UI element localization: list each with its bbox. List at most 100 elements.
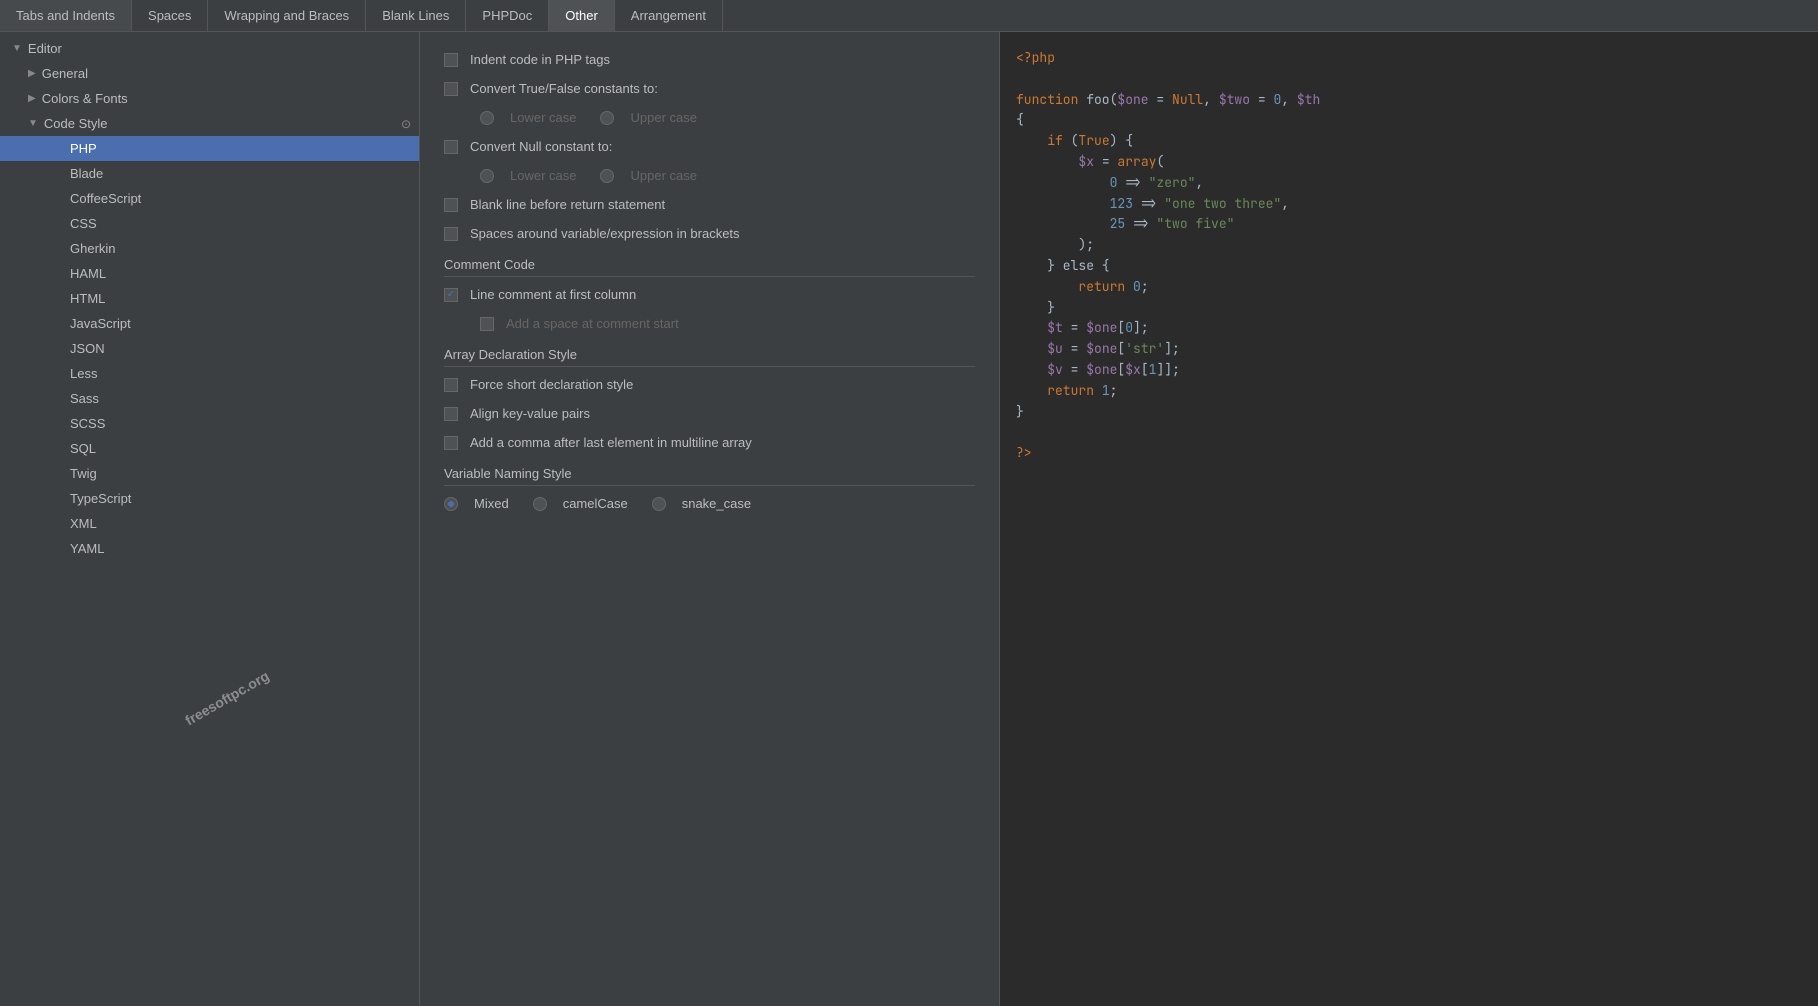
- sidebar-item-less[interactable]: Less: [0, 361, 419, 386]
- sidebar-item-label: Blade: [70, 166, 103, 181]
- true-false-lower-radio[interactable]: [480, 111, 494, 125]
- add-space-comment-checkbox[interactable]: [480, 317, 494, 331]
- sidebar-item-coffeescript[interactable]: CoffeeScript: [0, 186, 419, 211]
- code-line: [1016, 422, 1802, 443]
- true-false-radio-group: Lower case Upper case: [444, 110, 975, 125]
- blank-line-return-checkbox[interactable]: [444, 198, 458, 212]
- sidebar-item-label: JavaScript: [70, 316, 131, 331]
- true-false-lower-label: Lower case: [510, 110, 576, 125]
- tab-spaces[interactable]: Spaces: [132, 0, 208, 31]
- copy-icon[interactable]: ⊙: [401, 117, 411, 131]
- editor-label: Editor: [28, 41, 62, 56]
- naming-snake-label: snake_case: [682, 496, 751, 511]
- setting-row-add-space-comment: Add a space at comment start: [444, 316, 975, 331]
- naming-snake-radio[interactable]: [652, 497, 666, 511]
- null-upper-label: Upper case: [630, 168, 696, 183]
- setting-row-line-comment-first: ✓ Line comment at first column: [444, 287, 975, 302]
- sidebar-item-php[interactable]: PHP: [0, 136, 419, 161]
- sidebar-arrow-icon: ▼: [28, 118, 38, 129]
- code-line: function foo($one = Null, $two = 0, $th: [1016, 90, 1802, 111]
- indent-php-tags-checkbox[interactable]: [444, 53, 458, 67]
- setting-row-blank-line-return: Blank line before return statement: [444, 197, 975, 212]
- setting-row-convert-true-false: Convert True/False constants to:: [444, 81, 975, 96]
- code-line: }: [1016, 402, 1802, 423]
- sidebar-arrow-icon: ▶: [28, 68, 36, 79]
- naming-camel-option[interactable]: camelCase: [533, 496, 628, 511]
- sidebar-item-css[interactable]: CSS: [0, 211, 419, 236]
- sidebar: ▼Editor▶General▶Colors & Fonts ▼ Code Styl…: [0, 32, 420, 1006]
- tab-phpdoc[interactable]: PHPDoc: [466, 0, 549, 31]
- code-line: 25 => "two five": [1016, 214, 1802, 235]
- sidebar-arrow-icon: ▶: [28, 93, 36, 104]
- sidebar-item-label: Sass: [70, 391, 99, 406]
- tab-other[interactable]: Other: [549, 0, 615, 31]
- convert-null-label: Convert Null constant to:: [470, 139, 612, 154]
- tab-wrapping-and-braces[interactable]: Wrapping and Braces: [208, 0, 366, 31]
- tab-blank-lines[interactable]: Blank Lines: [366, 0, 466, 31]
- sidebar-item-label: JSON: [70, 341, 105, 356]
- sidebar-item-label: XML: [70, 516, 97, 531]
- sidebar-item-yaml[interactable]: YAML: [0, 536, 419, 561]
- line-comment-first-checkbox[interactable]: ✓: [444, 288, 458, 302]
- setting-row-spaces-brackets: Spaces around variable/expression in bra…: [444, 226, 975, 241]
- spaces-brackets-checkbox[interactable]: [444, 227, 458, 241]
- sidebar-item-html[interactable]: HTML: [0, 286, 419, 311]
- align-key-value-label: Align key-value pairs: [470, 406, 590, 421]
- force-short-decl-checkbox[interactable]: [444, 378, 458, 392]
- naming-camel-radio[interactable]: [533, 497, 547, 511]
- code-line: $x = array(: [1016, 152, 1802, 173]
- settings-panel: Indent code in PHP tagsConvert True/Fals…: [420, 32, 1000, 1006]
- naming-mixed-option[interactable]: Mixed: [444, 496, 509, 511]
- sidebar-item-colors-&-fonts[interactable]: ▶Colors & Fonts: [0, 86, 419, 111]
- setting-row-force-short-decl: Force short declaration style: [444, 377, 975, 392]
- true-false-upper-option[interactable]: Upper case: [600, 110, 696, 125]
- null-lower-radio[interactable]: [480, 169, 494, 183]
- sidebar-item-blade[interactable]: Blade: [0, 161, 419, 186]
- sidebar-editor-header[interactable]: ▼Editor: [0, 36, 419, 61]
- sidebar-item-general[interactable]: ▶General: [0, 61, 419, 86]
- code-line: }: [1016, 298, 1802, 319]
- code-line: if (True) {: [1016, 131, 1802, 152]
- line-comment-first-label: Line comment at first column: [470, 287, 636, 302]
- code-line: <?php: [1016, 48, 1802, 69]
- tab-arrangement[interactable]: Arrangement: [615, 0, 723, 31]
- null-upper-radio[interactable]: [600, 169, 614, 183]
- sidebar-item-scss[interactable]: SCSS: [0, 411, 419, 436]
- code-line: return 1;: [1016, 381, 1802, 402]
- sidebar-item-xml[interactable]: XML: [0, 511, 419, 536]
- naming-snake-option[interactable]: snake_case: [652, 496, 751, 511]
- tab-tabs-and-indents[interactable]: Tabs and Indents: [0, 0, 132, 31]
- true-false-upper-label: Upper case: [630, 110, 696, 125]
- code-line: {: [1016, 110, 1802, 131]
- sidebar-item-label: CSS: [70, 216, 97, 231]
- convert-true-false-checkbox[interactable]: [444, 82, 458, 96]
- sidebar-item-label: SCSS: [70, 416, 105, 431]
- sidebar-item-code-style[interactable]: ▼ Code Style ⊙: [0, 111, 419, 136]
- sidebar-item-sass[interactable]: Sass: [0, 386, 419, 411]
- setting-row-add-comma-last: Add a comma after last element in multil…: [444, 435, 975, 450]
- sidebar-item-javascript[interactable]: JavaScript: [0, 311, 419, 336]
- sidebar-item-typescript[interactable]: TypeScript: [0, 486, 419, 511]
- naming-mixed-radio[interactable]: [444, 497, 458, 511]
- add-comma-last-label: Add a comma after last element in multil…: [470, 435, 752, 450]
- true-false-upper-radio[interactable]: [600, 111, 614, 125]
- null-lower-option[interactable]: Lower case: [480, 168, 576, 183]
- sidebar-item-sql[interactable]: SQL: [0, 436, 419, 461]
- code-line: $u = $one['str'];: [1016, 339, 1802, 360]
- sidebar-item-label: Less: [70, 366, 97, 381]
- sidebar-item-label: CoffeeScript: [70, 191, 141, 206]
- sidebar-item-gherkin[interactable]: Gherkin: [0, 236, 419, 261]
- convert-null-checkbox[interactable]: [444, 140, 458, 154]
- sidebar-item-haml[interactable]: HAML: [0, 261, 419, 286]
- add-comma-last-checkbox[interactable]: [444, 436, 458, 450]
- align-key-value-checkbox[interactable]: [444, 407, 458, 421]
- null-upper-option[interactable]: Upper case: [600, 168, 696, 183]
- setting-row-convert-null: Convert Null constant to:: [444, 139, 975, 154]
- naming-radio-group: Mixed camelCase snake_case: [444, 496, 975, 511]
- convert-true-false-label: Convert True/False constants to:: [470, 81, 658, 96]
- sidebar-item-json[interactable]: JSON: [0, 336, 419, 361]
- sidebar-item-label: Code Style: [44, 116, 108, 131]
- null-lower-label: Lower case: [510, 168, 576, 183]
- true-false-lower-option[interactable]: Lower case: [480, 110, 576, 125]
- sidebar-item-twig[interactable]: Twig: [0, 461, 419, 486]
